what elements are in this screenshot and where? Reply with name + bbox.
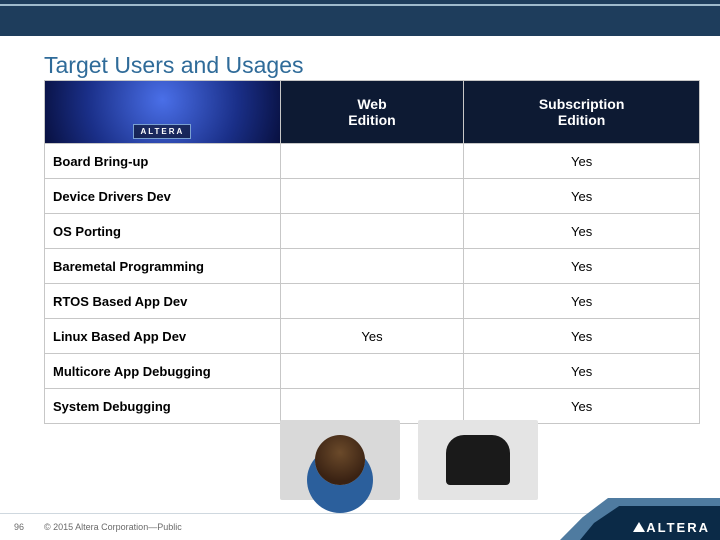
feature-label: RTOS Based App Dev bbox=[45, 284, 281, 319]
web-edition-value bbox=[280, 214, 463, 249]
web-edition-value bbox=[280, 179, 463, 214]
feature-label: Baremetal Programming bbox=[45, 249, 281, 284]
comparison-table: ALTERA WebEdition SubscriptionEdition Bo… bbox=[44, 80, 700, 424]
copyright-text: © 2015 Altera Corporation—Public bbox=[44, 522, 182, 532]
slide-footer: 96 © 2015 Altera Corporation—Public ALTE… bbox=[0, 513, 720, 540]
table-row: Baremetal Programming Yes bbox=[45, 249, 700, 284]
subscription-edition-value: Yes bbox=[464, 249, 700, 284]
user-photos bbox=[280, 420, 538, 500]
triangle-icon bbox=[633, 522, 645, 532]
table-row: System Debugging Yes bbox=[45, 389, 700, 424]
table-row: Board Bring-up Yes bbox=[45, 144, 700, 179]
slide-title: Target Users and Usages bbox=[44, 52, 304, 79]
subscription-edition-value: Yes bbox=[464, 319, 700, 354]
table-row: OS Porting Yes bbox=[45, 214, 700, 249]
user-photo-hardware-tech bbox=[418, 420, 538, 500]
table-row: Device Drivers Dev Yes bbox=[45, 179, 700, 214]
subscription-edition-value: Yes bbox=[464, 214, 700, 249]
table-row: Multicore App Debugging Yes bbox=[45, 354, 700, 389]
feature-label: OS Porting bbox=[45, 214, 281, 249]
page-number: 96 bbox=[14, 522, 24, 532]
table-row: RTOS Based App Dev Yes bbox=[45, 284, 700, 319]
web-edition-value bbox=[280, 284, 463, 319]
column-header-web: WebEdition bbox=[280, 81, 463, 144]
web-edition-value bbox=[280, 249, 463, 284]
feature-label: Multicore App Debugging bbox=[45, 354, 281, 389]
subscription-edition-value: Yes bbox=[464, 284, 700, 319]
product-box-art: ALTERA bbox=[45, 81, 280, 143]
product-box-brand: ALTERA bbox=[133, 124, 191, 139]
footer-brand: ALTERA bbox=[560, 498, 720, 540]
subscription-edition-value: Yes bbox=[464, 144, 700, 179]
table-row: Linux Based App DevYesYes bbox=[45, 319, 700, 354]
feature-label: Linux Based App Dev bbox=[45, 319, 281, 354]
subscription-edition-value: Yes bbox=[464, 389, 700, 424]
subscription-edition-value: Yes bbox=[464, 354, 700, 389]
web-edition-value bbox=[280, 389, 463, 424]
product-logo-cell: ALTERA bbox=[45, 81, 281, 144]
table-header-row: ALTERA WebEdition SubscriptionEdition bbox=[45, 81, 700, 144]
feature-label: Device Drivers Dev bbox=[45, 179, 281, 214]
footer-logo-text: ALTERA bbox=[632, 520, 710, 535]
web-edition-value bbox=[280, 144, 463, 179]
top-brand-band bbox=[0, 0, 720, 36]
subscription-edition-value: Yes bbox=[464, 179, 700, 214]
user-photo-developer bbox=[280, 420, 400, 500]
web-edition-value: Yes bbox=[280, 319, 463, 354]
feature-label: System Debugging bbox=[45, 389, 281, 424]
feature-label: Board Bring-up bbox=[45, 144, 281, 179]
web-edition-value bbox=[280, 354, 463, 389]
column-header-subscription: SubscriptionEdition bbox=[464, 81, 700, 144]
